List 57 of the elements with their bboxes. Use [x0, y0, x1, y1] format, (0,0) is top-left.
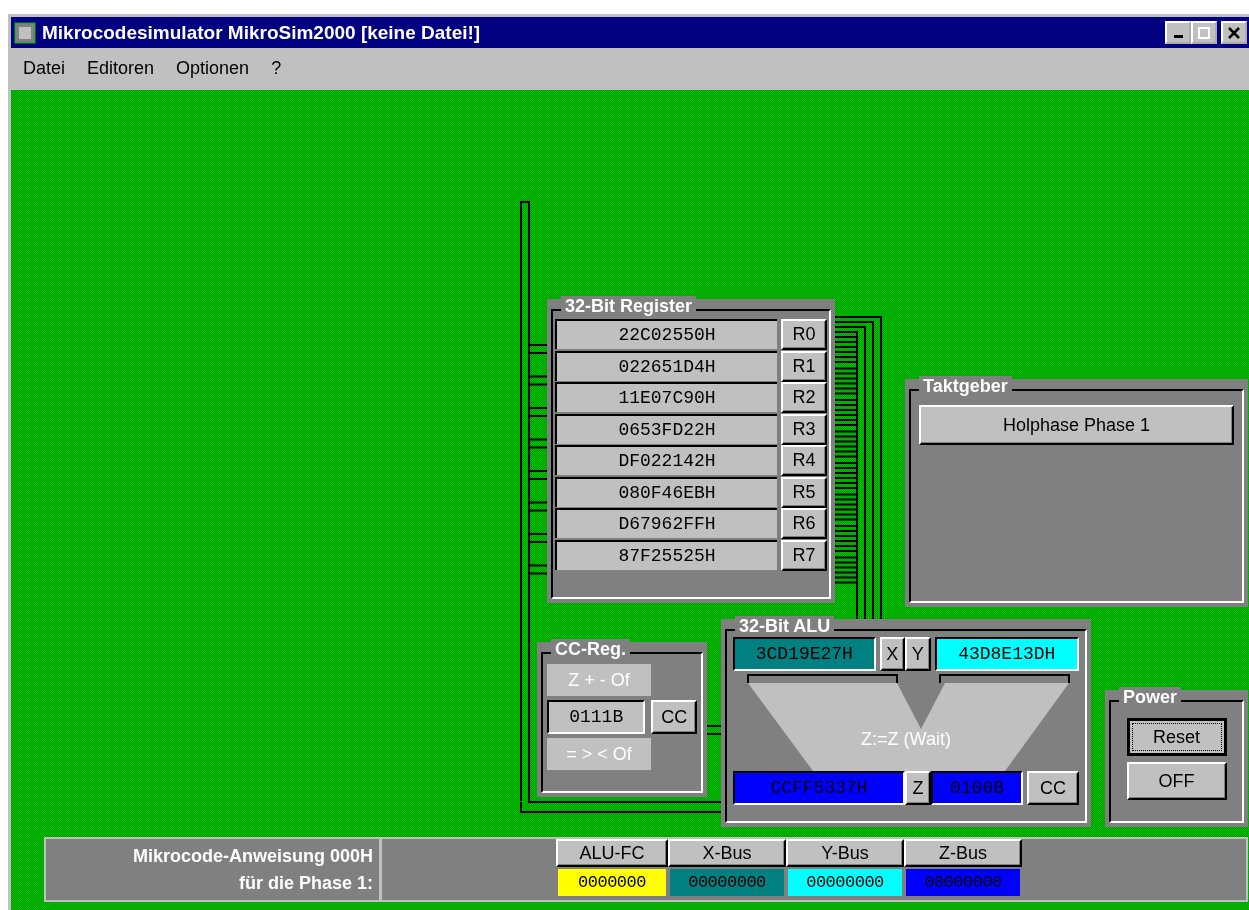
register-value: 022651D4H — [555, 350, 777, 381]
z-button[interactable]: Z — [905, 771, 931, 805]
register-value: 87F25525H — [555, 539, 777, 570]
cc-button[interactable]: CC — [651, 700, 697, 734]
cc-value: 0100B — [931, 771, 1023, 805]
register-button[interactable]: R0 — [781, 319, 827, 350]
microcode-value: 00000000 — [786, 867, 904, 898]
register-value: 11E07C90H — [555, 382, 777, 412]
flag-labels: Z + - Of — [547, 664, 651, 696]
maximize-icon — [1198, 26, 1210, 39]
column-header[interactable]: ALU-FC — [556, 839, 668, 867]
microcode-value: 0000000 — [556, 867, 668, 898]
register-value: 22C02550H — [555, 319, 777, 349]
minimize-button[interactable] — [1165, 21, 1191, 44]
menu-item[interactable]: Optionen — [176, 57, 250, 79]
alu-operation: Z:=Z (Wait) — [861, 729, 951, 750]
register-button[interactable]: R2 — [781, 382, 827, 413]
panel-title: Taktgeber — [919, 376, 1012, 396]
close-icon — [1228, 26, 1240, 39]
register-button[interactable]: R1 — [781, 350, 827, 382]
register-value: 0653FD22H — [555, 413, 777, 444]
column-header[interactable]: Z-Bus — [904, 839, 1022, 867]
chip-icon — [14, 21, 36, 44]
x-button[interactable]: X — [879, 637, 906, 671]
register-value: D67962FFH — [555, 508, 777, 538]
menu-item[interactable]: ? — [271, 57, 282, 79]
microcode-value: 00000000 — [668, 867, 786, 898]
z-value: CCFF5337H — [733, 771, 905, 805]
menu-item[interactable]: Editoren — [87, 57, 155, 79]
menu-item[interactable]: Datei — [23, 57, 66, 79]
y-value: 43D8E13DH — [934, 637, 1079, 671]
microcode-label: für die Phase 1: — [238, 871, 373, 895]
panel-title: CC-Reg. — [551, 639, 630, 659]
register-value: DF022142H — [555, 445, 777, 475]
column-header[interactable]: X-Bus — [668, 839, 786, 867]
register-button[interactable]: R6 — [781, 508, 827, 539]
power-button[interactable]: OFF — [1126, 762, 1227, 800]
microcode-value: 00000000 — [904, 867, 1022, 898]
cc-button[interactable]: CC — [1027, 771, 1079, 805]
register-button[interactable]: R4 — [781, 445, 827, 476]
y-button[interactable]: Y — [905, 637, 931, 671]
panel-title: 32-Bit Register — [561, 296, 697, 316]
register-value: 080F46EBH — [555, 476, 777, 507]
cc-value: 0111B — [547, 700, 646, 734]
register-button[interactable]: R3 — [781, 413, 827, 445]
window-title: Mikrocodesimulator MikroSim2000 [keine Datei!] — [42, 21, 482, 44]
close-button[interactable] — [1221, 21, 1247, 44]
microcode-label: Mikrocode-Anweisung 000H — [132, 844, 373, 868]
x-value: 3CD19E27H — [733, 637, 876, 671]
phase-button[interactable]: Holphase Phase 1 — [919, 405, 1234, 445]
power-button[interactable]: Reset — [1126, 718, 1227, 756]
minimize-icon — [1173, 35, 1183, 38]
bus-wire — [706, 725, 722, 735]
register-button[interactable]: R5 — [781, 476, 827, 508]
register-button[interactable]: R7 — [781, 539, 827, 571]
flag-labels: = > < Of — [547, 738, 651, 770]
column-header[interactable]: Y-Bus — [786, 839, 904, 867]
